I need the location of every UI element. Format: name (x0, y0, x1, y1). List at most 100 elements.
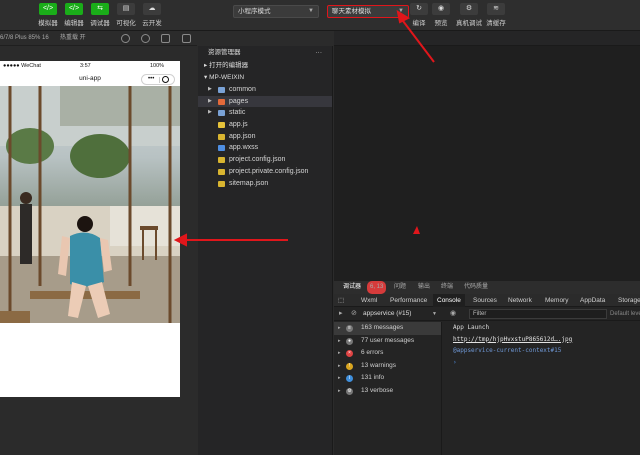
tab-wxml[interactable]: Wxml (361, 294, 377, 307)
layout-icon: ▤ (117, 3, 135, 15)
eye-icon[interactable]: ◉ (450, 309, 456, 317)
clear-cache-button[interactable]: ≋ 清缓存 (481, 3, 511, 29)
console-prompt[interactable]: › (443, 357, 640, 369)
file-icon (218, 122, 225, 129)
file-icon (218, 180, 225, 187)
tab-terminal[interactable]: 终端 (441, 281, 453, 294)
tab-code-quality[interactable]: 代码质量 (464, 281, 488, 294)
swap-icon: ⇆ (91, 3, 109, 15)
folder-item[interactable]: ▶ static (198, 107, 332, 119)
prompt-caret: › (453, 358, 457, 366)
battery-text: 100% (150, 63, 165, 69)
tab-performance[interactable]: Performance (390, 294, 427, 307)
folder-icon (218, 87, 225, 93)
file-item[interactable]: project.config.json (198, 154, 332, 166)
tab-problems[interactable]: 问题 (394, 281, 406, 294)
phone-screen: ●●●●● WeChat 3:57 100% uni-app ••• (0, 61, 180, 397)
tab-console[interactable]: Console (433, 294, 465, 307)
carrier-text: ●●●●● WeChat (3, 63, 41, 69)
file-tree: ▶ common ▶ pages ▶ static app.js app.json app.wx… (198, 84, 332, 189)
folder-item[interactable]: ▶ common (198, 84, 332, 96)
tab-storage[interactable]: Storage (618, 294, 640, 307)
tree-item-label: sitemap.json (229, 179, 269, 187)
tab-memory[interactable]: Memory (545, 294, 568, 307)
more-icon[interactable]: ··· (316, 46, 323, 60)
tab-sources[interactable]: Sources (473, 294, 497, 307)
chevron-right-icon: ▶ (208, 109, 212, 116)
clear-cache-label: 清缓存 (486, 20, 506, 27)
tab-network[interactable]: Network (508, 294, 532, 307)
console-toolbar: ▸ ⊘ appservice (#15) ▼ ◉ Filter Default … (334, 307, 640, 321)
nav-title: uni-app (79, 75, 101, 82)
message-filter-item[interactable]: ▸! 13 warnings (334, 360, 441, 373)
preview-button[interactable]: ◉ 预览 (426, 3, 456, 29)
editor-tab-strip (334, 31, 640, 46)
message-filter-item[interactable]: ▸ × 6 errors (334, 347, 441, 360)
code-icon: </> (65, 3, 83, 15)
more-icon[interactable]: ••• (148, 75, 154, 84)
cloud-dev-button[interactable]: ☁ 云开发 (137, 3, 167, 29)
message-filter-label: 13 warnings (361, 361, 397, 369)
tree-item-label: app.js (229, 121, 248, 129)
message-type-icon: i (346, 375, 353, 382)
code-icon: </> (39, 3, 57, 15)
compile-mode-select[interactable]: 聊天素材模拟 ▼ (327, 5, 409, 18)
chevron-right-icon: ▸ (338, 387, 341, 394)
window-icon[interactable] (182, 34, 191, 43)
record-icon[interactable] (121, 34, 130, 43)
folder-item[interactable]: ▶ pages (198, 95, 332, 108)
target-icon[interactable] (141, 34, 150, 43)
file-item[interactable]: app.js (198, 119, 332, 131)
log-levels-select[interactable]: Default levels (610, 309, 640, 319)
cloud-dev-label: 云开发 (142, 20, 162, 27)
filter-placeholder: Filter (473, 311, 487, 317)
clear-console-icon[interactable]: ⊘ (351, 309, 357, 317)
message-filter-item[interactable]: ▸ ≡ 163 messages (334, 322, 441, 335)
explorer-title: 资源管理器 (208, 49, 241, 56)
log-link[interactable]: http://tmp/hjpHvxstuP865612d….jpg (453, 336, 572, 343)
sidebar-toggle-icon[interactable]: ▸ (339, 309, 343, 317)
devtools-panel: 调试器 6, 13 问题 输出 终端 代码质量 ⬚ Wxml Performan… (334, 281, 640, 455)
file-item[interactable]: project.private.config.json (198, 166, 332, 178)
inspect-icon[interactable]: ⬚ (338, 294, 344, 307)
open-editors-section[interactable]: ▸ 打开的编辑器 (198, 60, 332, 72)
tree-item-label: pages (229, 97, 249, 105)
close-circle-icon[interactable] (162, 76, 169, 83)
tab-output[interactable]: 输出 (418, 281, 430, 294)
chevron-right-icon: ▶ (208, 86, 212, 92)
remote-debug-button[interactable]: ⚙ 真机调试 (454, 3, 484, 29)
console-filter-input[interactable]: Filter (469, 309, 607, 319)
tree-item-label: app.json (229, 132, 256, 140)
device-select[interactable]: 6/7/8 Plus 85% 16 (0, 31, 49, 46)
message-filter-item[interactable]: ▸ ⚙ 13 verbose (334, 385, 441, 398)
message-type-icon: × (346, 350, 353, 357)
file-item[interactable]: sitemap.json (198, 178, 332, 190)
chevron-down-icon: ▼ (432, 311, 437, 317)
phone-icon[interactable] (161, 34, 170, 43)
phone-nav-bar: uni-app ••• (0, 72, 180, 86)
file-item[interactable]: app.wxss (198, 142, 332, 154)
swing-photo (0, 86, 180, 323)
menu-capsule[interactable]: ••• (141, 74, 175, 85)
console-line: http://tmp/hjpHvxstuP865612d….jpg (443, 334, 640, 346)
editor-area (334, 31, 640, 281)
clock-text: 3:57 (80, 63, 91, 69)
message-filter-item[interactable]: ▸ i 131 info (334, 372, 441, 385)
mode-select[interactable]: 小程序模式 ▼ (233, 5, 319, 18)
project-section[interactable]: ▾ MP-WEIXIN (198, 72, 332, 84)
tab-debugger[interactable]: 调试器 (343, 281, 361, 294)
message-filter-label: 6 errors (361, 349, 384, 356)
message-filter-label: 77 user messages (361, 336, 415, 344)
hotreload-toggle[interactable]: 热重载 开 (60, 31, 86, 46)
tab-appdata[interactable]: AppData (580, 294, 605, 307)
message-filter-list: ▸ ≡ 163 messages ▸ ● 77 user messages ▸ × 6 erro… (334, 322, 442, 455)
message-filter-label: 131 info (361, 374, 385, 381)
file-icon (218, 168, 225, 175)
devtools-tab-strip: ⬚ Wxml Performance Console Sources Netwo… (334, 294, 640, 307)
message-filter-item[interactable]: ▸ ● 77 user messages (334, 335, 441, 348)
tree-item-label: project.config.json (229, 156, 286, 164)
file-item[interactable]: app.json (198, 131, 332, 143)
message-filter-label: 13 verbose (361, 386, 394, 394)
context-select[interactable]: appservice (#15) ▼ (363, 309, 441, 319)
message-filter-label: 163 messages (361, 324, 404, 331)
